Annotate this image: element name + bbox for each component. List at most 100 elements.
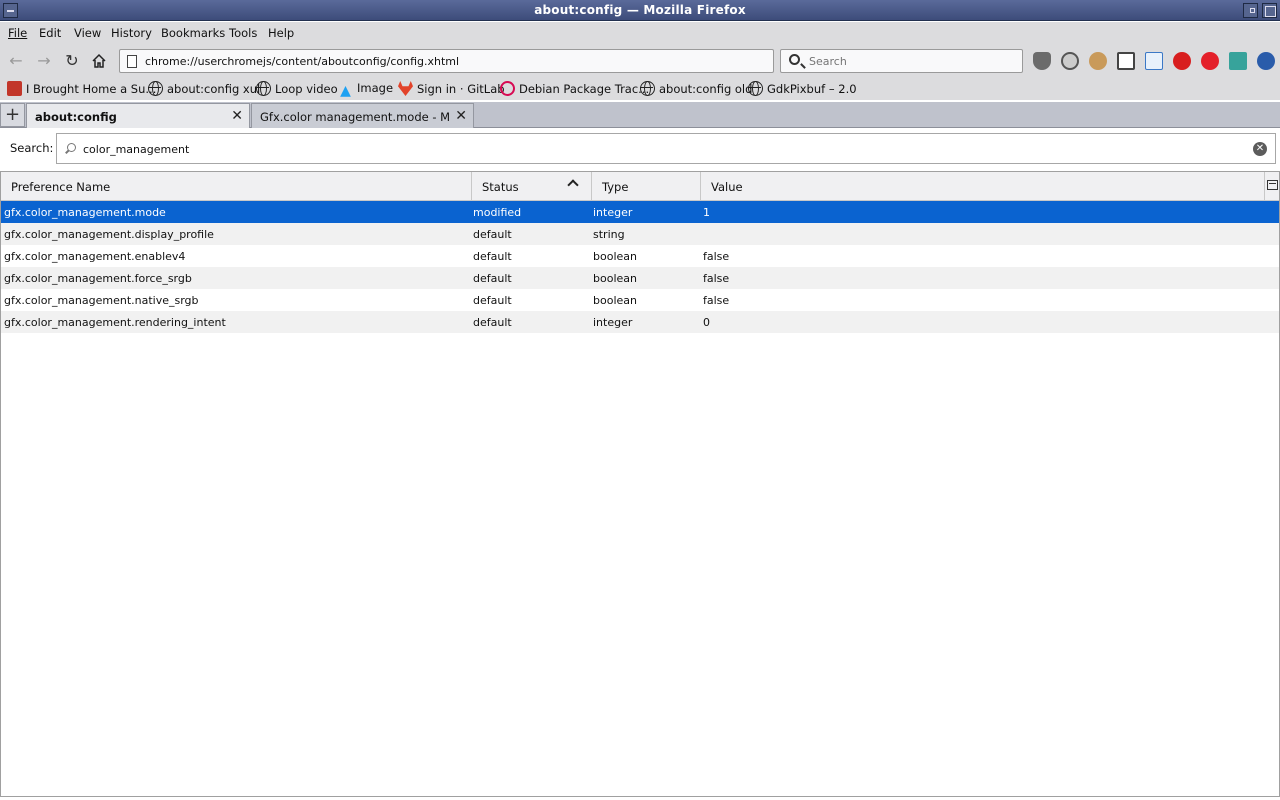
menu-bar: File Edit View History Bookmarks Tools H… bbox=[0, 22, 1280, 44]
column-header-type[interactable]: Type bbox=[592, 172, 701, 200]
pref-name: gfx.color_management.native_srgb bbox=[4, 294, 199, 307]
tab-bar: + about:config ✕ Gfx.color management.mo… bbox=[0, 102, 1280, 128]
config-search-label: Search: bbox=[10, 141, 54, 155]
privacy-badger-icon[interactable] bbox=[1061, 52, 1079, 70]
back-button[interactable]: ← bbox=[5, 50, 27, 72]
table-row[interactable]: gfx.color_management.enablev4 default bo… bbox=[1, 245, 1279, 267]
menu-tools[interactable]: Tools bbox=[229, 26, 257, 40]
bookmark-item[interactable]: I Brought Home a Su... bbox=[7, 81, 156, 97]
save-icon[interactable] bbox=[1229, 52, 1247, 70]
pref-name: gfx.color_management.rendering_intent bbox=[4, 316, 226, 329]
extension-s-icon[interactable] bbox=[1173, 52, 1191, 70]
mega-icon[interactable] bbox=[1201, 52, 1219, 70]
pref-status: modified bbox=[473, 206, 522, 219]
plus-icon: + bbox=[4, 104, 21, 125]
new-tab-button[interactable]: + bbox=[0, 103, 25, 127]
menu-history-label: History bbox=[111, 26, 152, 40]
search-bar[interactable] bbox=[780, 49, 1023, 73]
twitter-icon: ▲ bbox=[340, 83, 351, 99]
menu-view[interactable]: View bbox=[74, 26, 101, 40]
menu-help[interactable]: Help bbox=[268, 26, 294, 40]
bookmark-label: Sign in · GitLab bbox=[417, 82, 505, 96]
search-input[interactable] bbox=[809, 54, 1009, 69]
globe-extension-icon[interactable] bbox=[1257, 52, 1275, 70]
window-minimize-button[interactable] bbox=[1243, 3, 1258, 18]
menu-file[interactable]: File bbox=[8, 26, 27, 40]
pref-type: boolean bbox=[593, 250, 637, 263]
pref-value: 1 bbox=[703, 206, 710, 219]
config-search-row: Search: ✕ bbox=[0, 129, 1280, 169]
column-header-label: Status bbox=[482, 180, 519, 194]
forward-button[interactable]: → bbox=[33, 50, 55, 72]
bookmark-label: Image bbox=[357, 81, 394, 95]
menu-help-label: Help bbox=[268, 26, 295, 40]
column-header-label: Type bbox=[602, 180, 629, 194]
reader-view-icon[interactable] bbox=[1117, 52, 1135, 70]
tree-header: Preference Name Status Type Value bbox=[1, 172, 1279, 201]
column-header-status[interactable]: Status bbox=[472, 172, 592, 200]
table-row[interactable]: gfx.color_management.rendering_intent de… bbox=[1, 311, 1279, 333]
window-maximize-button[interactable] bbox=[1262, 3, 1277, 18]
tab-label: about:config bbox=[35, 110, 117, 124]
menu-bookmarks[interactable]: Bookmarks bbox=[161, 26, 225, 40]
column-header-label: Preference Name bbox=[11, 180, 111, 194]
gitlab-icon bbox=[398, 81, 413, 96]
tab-label: Gfx.color management.mode - MozillaZine bbox=[260, 110, 450, 124]
url-bar[interactable]: chrome://userchromejs/content/aboutconfi… bbox=[119, 49, 774, 73]
download-icon[interactable] bbox=[1145, 52, 1163, 70]
table-row[interactable]: gfx.color_management.display_profile def… bbox=[1, 223, 1279, 245]
search-icon bbox=[67, 143, 76, 152]
bookmark-item[interactable]: Loop video bbox=[256, 81, 338, 97]
bookmark-item[interactable]: about:config xul bbox=[148, 81, 260, 97]
globe-icon bbox=[640, 81, 655, 96]
bookmark-label: about:config old bbox=[659, 82, 753, 96]
back-arrow-icon: ← bbox=[9, 51, 23, 70]
pref-status: default bbox=[473, 228, 512, 241]
table-row[interactable]: gfx.color_management.mode modified integ… bbox=[1, 201, 1279, 223]
config-search-input[interactable] bbox=[83, 142, 1233, 157]
home-button[interactable] bbox=[88, 50, 110, 72]
bookmark-item[interactable]: about:config old bbox=[640, 81, 752, 97]
bookmark-item[interactable]: ▲ Image bbox=[338, 81, 394, 99]
menu-edit[interactable]: Edit bbox=[39, 26, 61, 40]
page-icon bbox=[127, 55, 137, 68]
column-header-value[interactable]: Value bbox=[701, 172, 1265, 200]
column-header-name[interactable]: Preference Name bbox=[1, 172, 472, 200]
pref-value: false bbox=[703, 250, 730, 263]
cookie-icon[interactable] bbox=[1089, 52, 1107, 70]
bookmark-label: Loop video bbox=[275, 82, 338, 96]
globe-icon bbox=[256, 81, 271, 96]
table-row[interactable]: gfx.color_management.native_srgb default… bbox=[1, 289, 1279, 311]
tab-about-config[interactable]: about:config ✕ bbox=[26, 103, 250, 128]
url-text[interactable]: chrome://userchromejs/content/aboutconfi… bbox=[145, 55, 459, 68]
close-tab-icon[interactable]: ✕ bbox=[455, 108, 467, 124]
pref-status: default bbox=[473, 272, 512, 285]
ublock-origin-icon[interactable] bbox=[1033, 52, 1051, 70]
window-title: about:config — Mozilla Firefox bbox=[534, 3, 746, 17]
pref-value: false bbox=[703, 272, 730, 285]
bookmark-label: Debian Package Trac... bbox=[519, 82, 650, 96]
column-header-label: Value bbox=[711, 180, 743, 194]
config-search-box[interactable]: ✕ bbox=[56, 133, 1276, 164]
tab-mozillazine[interactable]: Gfx.color management.mode - MozillaZine … bbox=[251, 103, 474, 128]
pref-name: gfx.color_management.display_profile bbox=[4, 228, 214, 241]
table-row[interactable]: gfx.color_management.force_srgb default … bbox=[1, 267, 1279, 289]
column-picker-icon[interactable] bbox=[1267, 180, 1278, 190]
pref-type: boolean bbox=[593, 272, 637, 285]
navigation-toolbar: ← → ↻ chrome://userchromejs/content/abou… bbox=[0, 44, 1280, 78]
menu-history[interactable]: History bbox=[111, 26, 152, 40]
menu-tools-label: Tools bbox=[229, 26, 258, 40]
window-titlebar: about:config — Mozilla Firefox bbox=[0, 0, 1280, 21]
bookmark-item[interactable]: Debian Package Trac... bbox=[500, 81, 649, 97]
menu-view-label: View bbox=[74, 26, 102, 40]
reload-button[interactable]: ↻ bbox=[61, 50, 83, 72]
bookmarks-toolbar: I Brought Home a Su... about:config xul … bbox=[0, 78, 1280, 100]
menu-file-label: File bbox=[8, 26, 28, 40]
bookmark-item[interactable]: GdkPixbuf – 2.0 bbox=[748, 81, 857, 97]
sort-ascending-icon bbox=[567, 179, 579, 191]
clear-search-icon[interactable]: ✕ bbox=[1253, 142, 1267, 156]
debian-icon bbox=[500, 81, 515, 96]
close-tab-icon[interactable]: ✕ bbox=[231, 108, 243, 124]
bookmark-item[interactable]: Sign in · GitLab bbox=[398, 81, 505, 97]
pref-status: default bbox=[473, 250, 512, 263]
